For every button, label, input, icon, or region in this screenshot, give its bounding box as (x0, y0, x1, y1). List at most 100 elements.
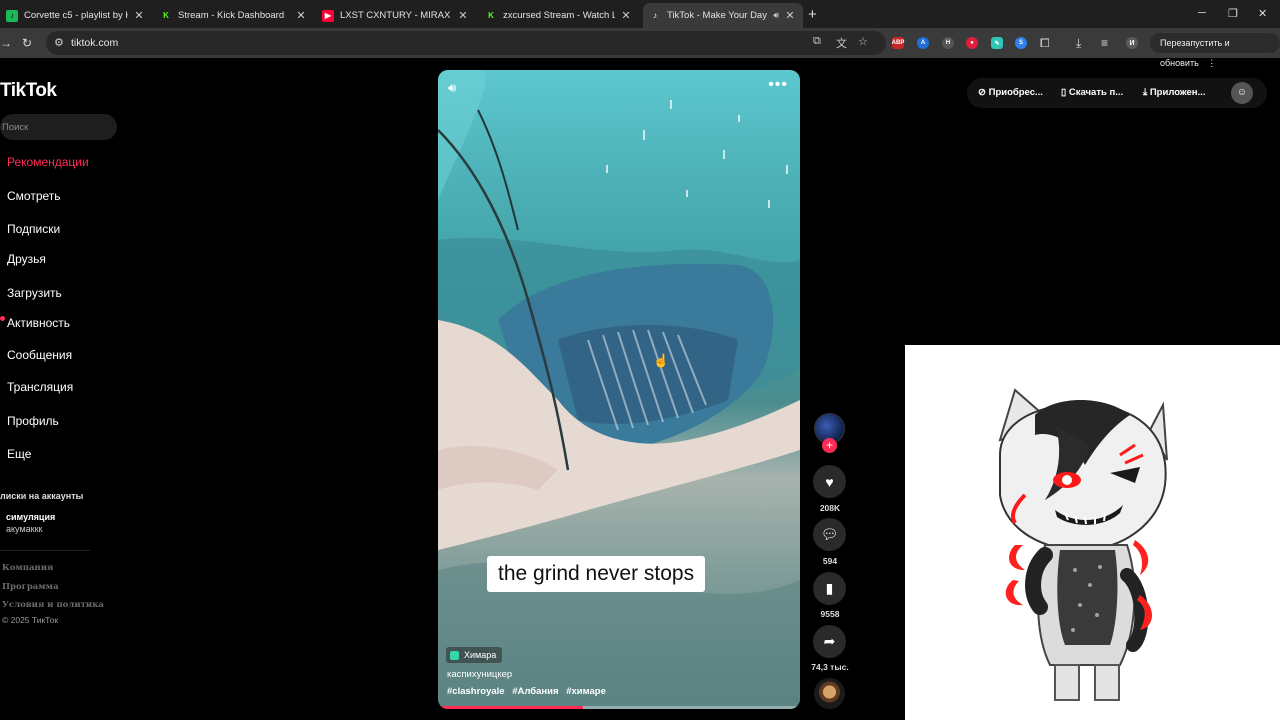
audio-playing-icon[interactable]: 🔊︎ (773, 10, 779, 21)
save-count: 9558 (820, 609, 840, 619)
volume-icon[interactable]: 🔊︎ (448, 80, 456, 96)
video-player[interactable]: 🔊︎ ••• the grind never stops Химара касп… (438, 70, 800, 709)
comment-button[interactable]: 💬︎ (813, 518, 846, 551)
bookmark-star-icon[interactable]: ☆ (858, 35, 868, 48)
video-progress-fill (438, 706, 583, 709)
hashtag-link[interactable]: #химаре (566, 686, 606, 697)
kick-icon: K (485, 9, 497, 22)
restore-icon[interactable]: ❐ (1228, 7, 1238, 20)
video-frame (438, 70, 800, 709)
close-tab-icon[interactable]: ✕ (619, 9, 633, 22)
save-button[interactable]: ▮ (813, 572, 846, 605)
get-coins-button[interactable]: ⊘ Приобрес... (978, 87, 1043, 98)
search-input[interactable]: Поиск (0, 114, 117, 140)
sidebar-item-friends[interactable]: Друзья (7, 252, 46, 266)
comment-count: 594 (822, 556, 838, 566)
desktop-app-label: Приложен... (1149, 87, 1206, 98)
close-tab-icon[interactable]: ✕ (456, 9, 470, 22)
following-account-name[interactable]: симуляция (6, 512, 55, 522)
sidebar-item-messages[interactable]: Сообщения (7, 348, 72, 362)
sidebar-item-live[interactable]: Трансляция (7, 380, 73, 394)
tab-title: Corvette c5 - playlist by Hungi (24, 10, 128, 21)
tab-kick-dashboard[interactable]: K Stream - Kick Dashboard ✕ (154, 3, 314, 28)
close-window-icon[interactable]: ✕ (1258, 7, 1267, 20)
effect-label: Химара (464, 650, 497, 660)
tab-tiktok[interactable]: ♪ TikTok - Make Your Day 🔊︎ ✕ (643, 3, 803, 28)
extension-icon[interactable]: ● (966, 37, 978, 49)
tiktok-icon: ♪ (653, 11, 657, 20)
site-info-icon[interactable]: ⚙ (54, 36, 64, 49)
relaunch-update-button[interactable]: Перезапустить и обновить ⋮ (1150, 33, 1280, 68)
more-options-icon[interactable]: ••• (768, 76, 788, 94)
search-placeholder: Поиск (2, 122, 29, 133)
user-avatar[interactable]: ☺ (1231, 82, 1253, 104)
url-text: tiktok.com (71, 37, 119, 49)
follow-plus-icon[interactable]: + (822, 438, 837, 453)
copyright-text: © 2025 ТикТок (2, 615, 59, 625)
footer-link-company[interactable]: Компания (2, 563, 53, 573)
close-tab-icon[interactable]: ✕ (294, 9, 308, 22)
address-bar[interactable]: ⚙ tiktok.com (46, 31, 886, 55)
bookmark-icon: ▮ (825, 580, 834, 596)
tab-title: Stream - Kick Dashboard (178, 10, 285, 21)
close-tab-icon[interactable]: ✕ (783, 9, 797, 22)
music-disc-icon[interactable] (814, 678, 845, 709)
tab-youtube[interactable]: ▶ LXST CXNTURY - MIRAX - YouT ✕ (316, 3, 476, 28)
sidebar-item-watch[interactable]: Смотреть (7, 189, 61, 203)
phone-icon: ▯ (1061, 87, 1069, 98)
like-button[interactable]: ♥ (813, 465, 846, 498)
effect-tag[interactable]: Химара (446, 647, 503, 663)
close-tab-icon[interactable]: ✕ (132, 9, 146, 22)
install-app-icon[interactable]: ⧉ (813, 35, 821, 48)
extension-icon[interactable]: ✎ (991, 37, 1003, 49)
hashtag-list: #clashroyale #Албания #химаре (447, 686, 611, 697)
media-controls-icon[interactable]: ≡ (1101, 36, 1108, 50)
extension-icon[interactable]: S (1015, 37, 1027, 49)
footer-link-program[interactable]: Программа (2, 582, 59, 592)
wolf-character-illustration (998, 388, 1168, 701)
tab-strip: ♪ Corvette c5 - playlist by Hungi ✕ K St… (0, 0, 1280, 28)
hashtag-link[interactable]: #Албания (512, 686, 558, 697)
tab-spotify[interactable]: ♪ Corvette c5 - playlist by Hungi ✕ (0, 3, 152, 28)
download-app-button[interactable]: ▯ Скачать п... (1061, 87, 1123, 98)
video-author[interactable]: каспихуницкер (447, 669, 512, 680)
desktop-app-button[interactable]: ⤓ Приложен... (1143, 87, 1205, 98)
kebab-menu-icon[interactable]: ⋮ (1207, 58, 1216, 68)
tab-title: TikTok - Make Your Day (667, 10, 767, 21)
download-icon: ⤓ (1143, 87, 1150, 98)
forward-icon[interactable]: → (0, 36, 12, 50)
reload-icon[interactable]: ↻ (22, 36, 32, 50)
youtube-icon: ▶ (322, 9, 334, 22)
download-app-label: Скачать п... (1068, 87, 1124, 98)
minimize-icon[interactable]: ─ (1198, 7, 1206, 19)
translate-icon[interactable]: 文 (836, 35, 847, 51)
extension-icon[interactable]: A (917, 37, 929, 49)
new-tab-icon[interactable]: + (808, 6, 817, 23)
stream-overlay-artwork (905, 345, 1280, 720)
notification-dot (0, 316, 5, 321)
downloads-icon[interactable]: ⤓ (1076, 36, 1081, 51)
sidebar-item-upload[interactable]: Загрузить (7, 286, 62, 300)
share-arrow-icon: ➦ (823, 633, 836, 649)
sidebar-item-more[interactable]: Еще (7, 447, 31, 461)
tiktok-logo[interactable]: TikTok (0, 80, 57, 102)
tab-kick-stream[interactable]: K zxcursed Stream - Watch Live o ✕ (479, 3, 639, 28)
video-caption-overlay: the grind never stops (487, 556, 706, 592)
sidebar-divider (0, 550, 90, 551)
sidebar-item-recommendations[interactable]: Рекомендации (7, 155, 89, 169)
extension-icon[interactable]: H (942, 37, 954, 49)
sidebar-item-activity[interactable]: Активность (7, 316, 70, 330)
heart-icon: ♥ (825, 473, 834, 490)
kick-icon: K (160, 9, 172, 22)
adblock-extension-icon[interactable]: ABP (892, 37, 904, 49)
effect-icon (450, 650, 459, 660)
following-account-handle[interactable]: акумаккк (6, 524, 42, 534)
profile-avatar[interactable]: И (1126, 37, 1138, 49)
share-button[interactable]: ➦ (813, 625, 846, 658)
sidebar-item-following[interactable]: Подписки (7, 222, 60, 236)
mouse-cursor-icon: ☝ (653, 353, 670, 368)
extensions-puzzle-icon[interactable]: ⧠ (1040, 36, 1050, 51)
footer-link-terms[interactable]: Условия и политика (2, 600, 104, 610)
hashtag-link[interactable]: #clashroyale (447, 686, 505, 697)
sidebar-item-profile[interactable]: Профиль (7, 414, 59, 428)
